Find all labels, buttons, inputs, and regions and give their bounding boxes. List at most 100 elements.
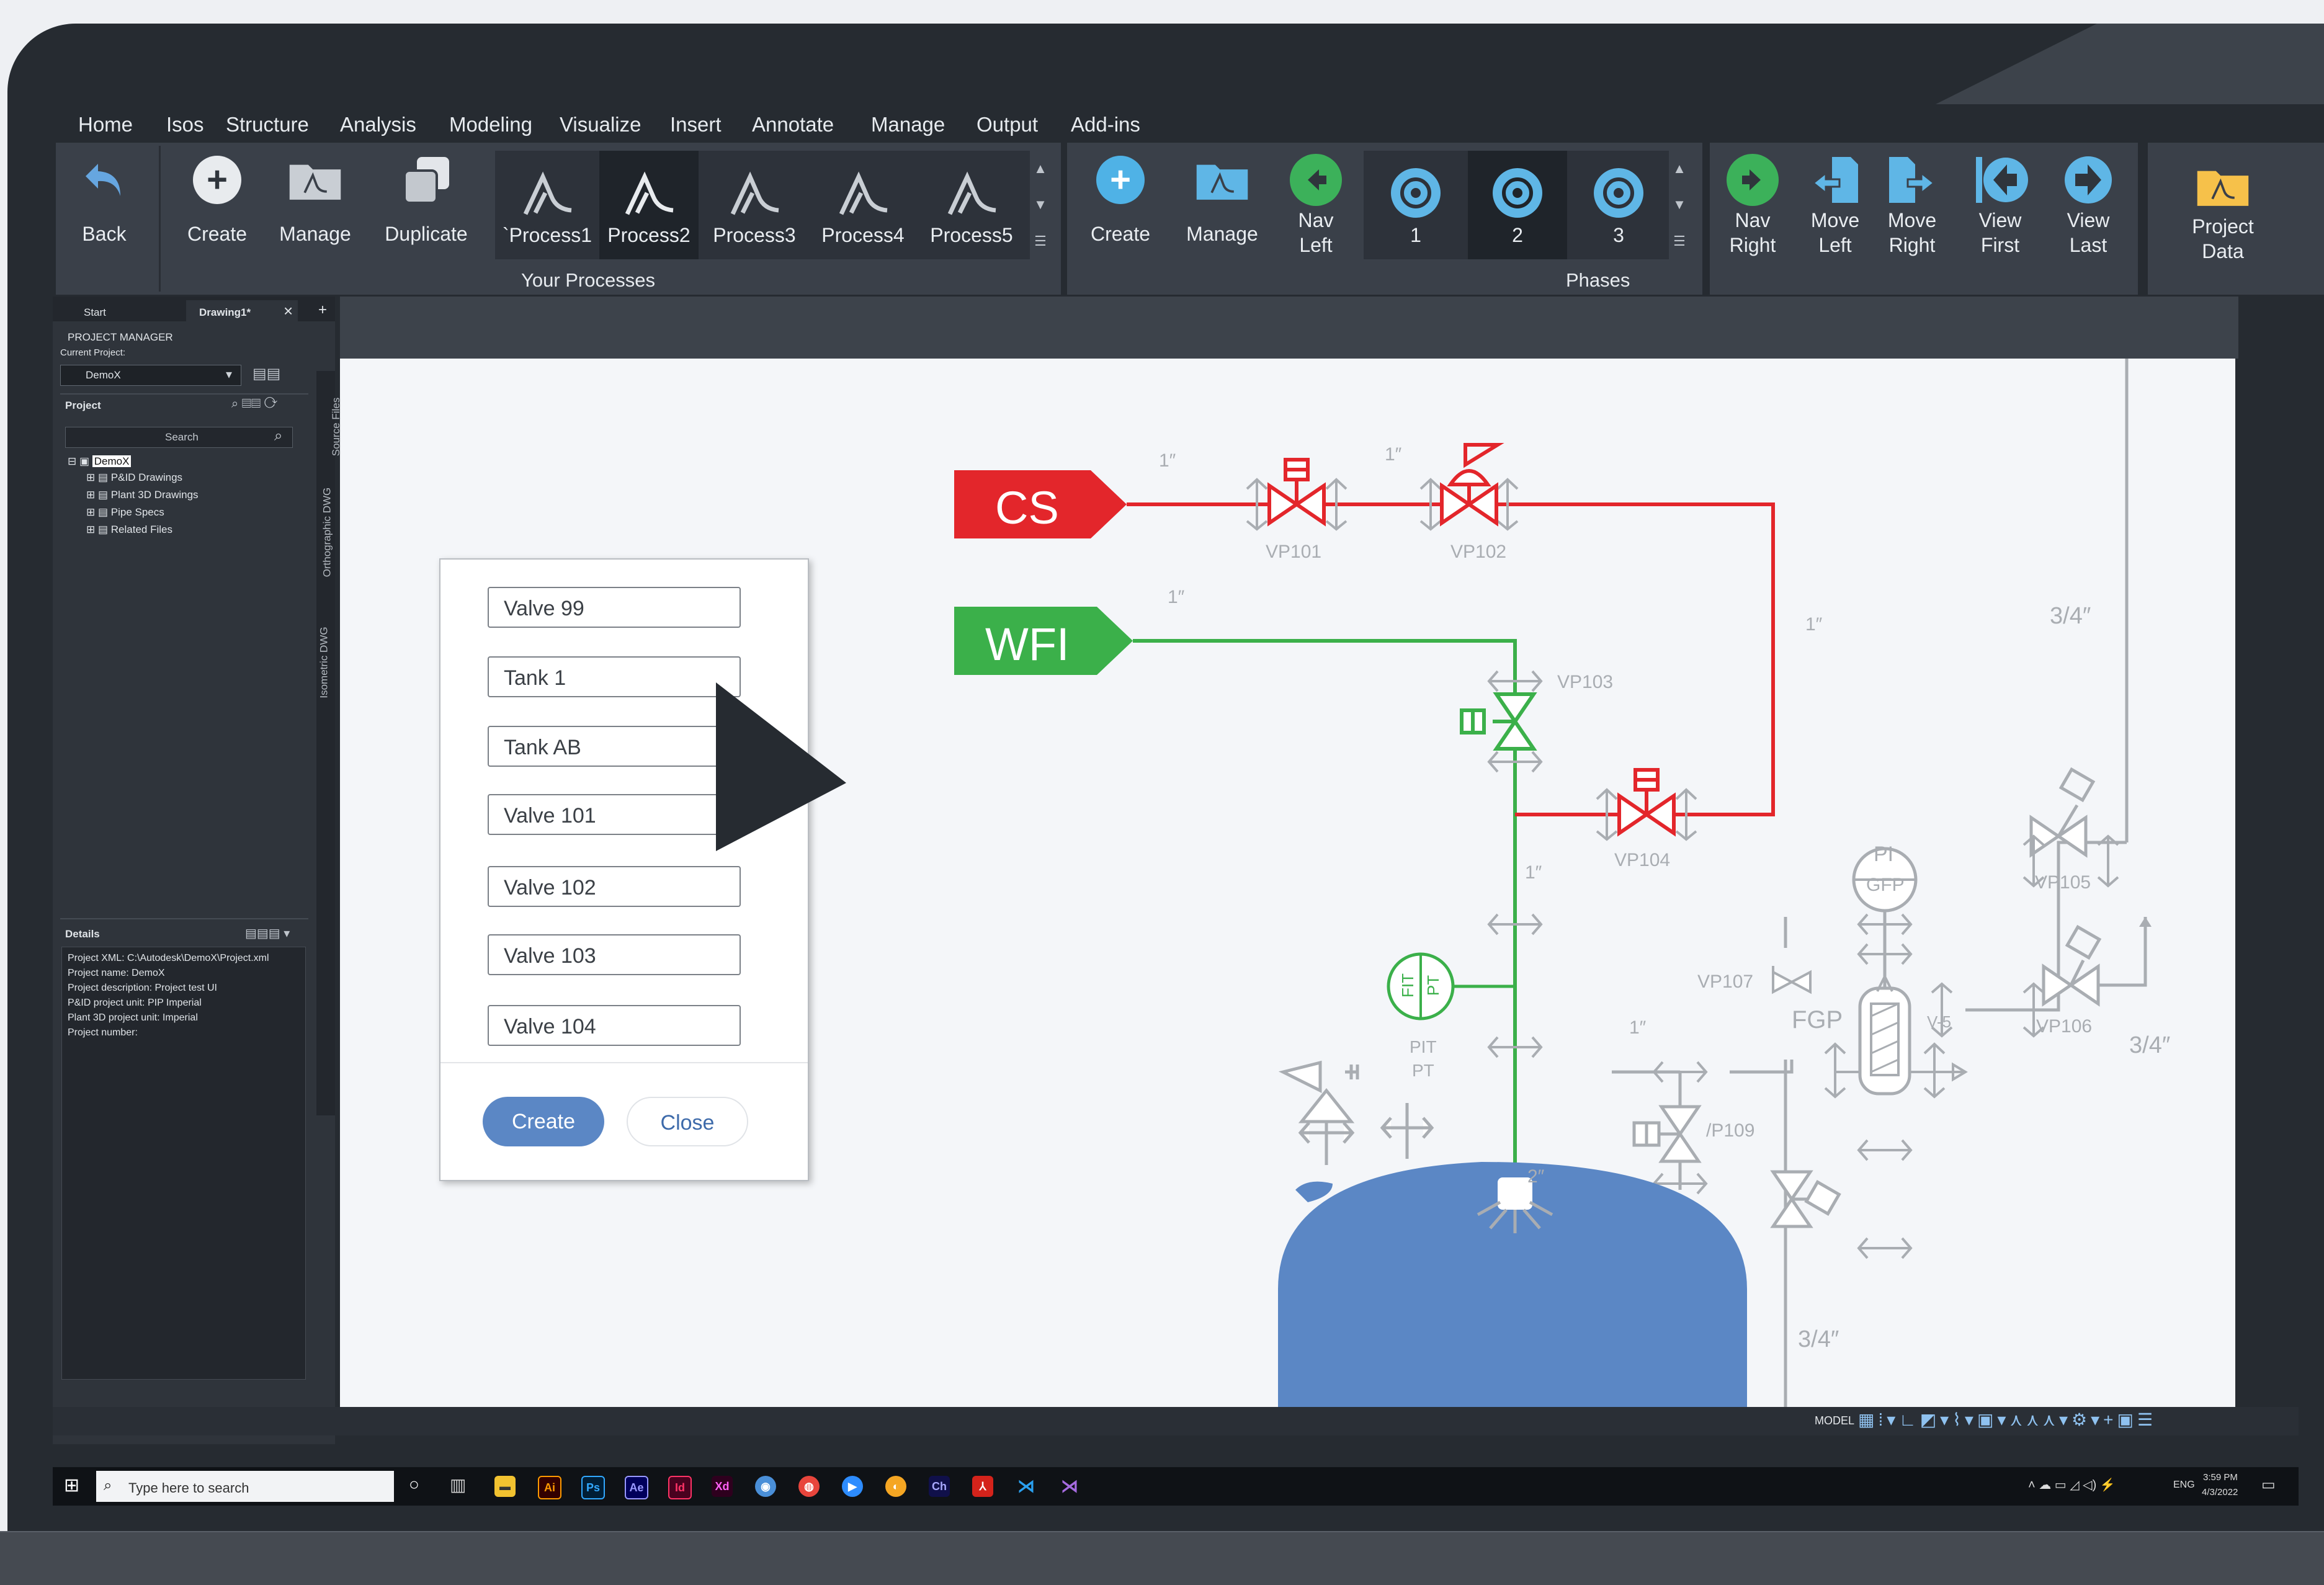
file-explorer-icon[interactable]: ▬: [494, 1476, 516, 1497]
menu-annotate[interactable]: Annotate: [752, 113, 834, 136]
menu-output[interactable]: Output: [977, 113, 1038, 136]
acrobat-icon[interactable]: ⅄: [972, 1476, 993, 1497]
size-label: 3/4″: [2050, 603, 2091, 629]
search-toolbar-icon[interactable]: ⌕ ▤▤ ⟳: [231, 397, 277, 411]
duplicate-button[interactable]: Duplicate: [380, 152, 473, 246]
create-button[interactable]: Create: [483, 1097, 604, 1146]
tree-item-pid[interactable]: ⊞ ▤ P&ID Drawings: [86, 471, 182, 484]
size-label: 3/4″: [2129, 1032, 2171, 1058]
nav-right-button[interactable]: Nav Right: [1718, 152, 1787, 257]
illustrator-icon[interactable]: Ai: [538, 1476, 561, 1499]
task-view-icon[interactable]: ▥: [450, 1475, 466, 1495]
blender-icon[interactable]: ◐: [885, 1476, 906, 1497]
system-tray-icons[interactable]: ˄ ☁ ▭ ◿ ◁) ⚡: [2028, 1477, 2116, 1493]
indesign-icon[interactable]: Id: [668, 1476, 692, 1499]
menu-modeling[interactable]: Modeling: [449, 113, 532, 136]
phase-3[interactable]: 3: [1567, 151, 1670, 259]
side-tab-iso[interactable]: Isometric DWG: [318, 627, 331, 698]
process-5[interactable]: Process5: [916, 151, 1027, 259]
size-label: 2″: [1527, 1166, 1545, 1187]
phase-2[interactable]: 2: [1468, 151, 1567, 259]
chrome-icon[interactable]: ◍: [798, 1476, 820, 1497]
app-icon[interactable]: ◉: [755, 1476, 776, 1497]
side-tab-ortho[interactable]: Orthographic DWG: [321, 488, 333, 578]
list-item[interactable]: Valve 104: [488, 1005, 741, 1046]
details-toolbar-icon[interactable]: ▤▤▤ ▾: [245, 926, 290, 941]
cortana-icon[interactable]: ○: [409, 1475, 419, 1494]
vp107-valve-icon: [1772, 966, 1812, 994]
view-last-button[interactable]: View Last: [2051, 152, 2125, 257]
tree-label: DemoX: [92, 455, 132, 467]
project-data-button[interactable]: Project Data: [2183, 158, 2263, 264]
language-label[interactable]: ENG: [2173, 1480, 2195, 1491]
photoshop-icon[interactable]: Ps: [581, 1476, 605, 1499]
list-item[interactable]: Tank 1: [488, 656, 741, 697]
view-first-button[interactable]: View First: [1963, 152, 2037, 257]
current-project-select[interactable]: DemoX ▾: [60, 365, 241, 386]
ribbon-gap: [2138, 143, 2148, 295]
menu-add-ins[interactable]: Add-ins: [1071, 113, 1140, 136]
nav-left-button[interactable]: Nav Left: [1282, 152, 1350, 257]
process-4[interactable]: Process4: [810, 151, 916, 259]
clock-date[interactable]: 4/3/2022: [2202, 1487, 2238, 1498]
taskbar-search-input[interactable]: ⌕ Type here to search: [96, 1471, 394, 1502]
model-label[interactable]: MODEL: [1815, 1414, 1854, 1427]
nav-left-label-1: Nav: [1298, 209, 1334, 231]
list-item[interactable]: Tank AB: [488, 726, 741, 767]
move-left-button[interactable]: Move Left: [1798, 152, 1872, 257]
create-phase-button[interactable]: + Create: [1083, 152, 1158, 246]
visual-studio-icon[interactable]: ⋊: [1059, 1476, 1080, 1497]
down-arrow-icon: ▼: [1673, 197, 1686, 213]
new-tab-icon[interactable]: +: [318, 301, 327, 319]
vscode-icon[interactable]: ⋊: [1016, 1476, 1037, 1497]
manage-phase-button[interactable]: Manage: [1179, 152, 1266, 246]
tree-item-pipe-specs[interactable]: ⊞ ▤ Pipe Specs: [86, 506, 164, 519]
menu-home[interactable]: Home: [78, 113, 133, 136]
xd-icon[interactable]: Xd: [712, 1476, 733, 1497]
tree-item-demox[interactable]: ⊟ ▣ DemoX: [68, 455, 132, 468]
status-toolbar-icons[interactable]: ▦⁞▾∟◩▾⌇▾▣▾⋏⋏⋏▾⚙▾+▣☰: [1858, 1409, 2156, 1430]
menu-insert[interactable]: Insert: [670, 113, 722, 136]
after-effects-icon[interactable]: Ae: [625, 1476, 648, 1499]
project-search-input[interactable]: Search ⌕: [65, 427, 293, 448]
process-gallery-scroll[interactable]: ▲ ▼ ☰: [1030, 151, 1051, 259]
more-icon: ☰: [1034, 233, 1047, 249]
process-3[interactable]: Process3: [699, 151, 810, 259]
phase-1[interactable]: 1: [1364, 151, 1468, 259]
process-2[interactable]: Process2: [599, 151, 699, 259]
character-animator-icon[interactable]: Ch: [929, 1476, 950, 1497]
move-right-button[interactable]: Move Right: [1875, 152, 1949, 257]
details-box: [61, 947, 306, 1380]
zoom-icon[interactable]: ▶: [842, 1476, 863, 1497]
process-1[interactable]: `Process1: [495, 151, 599, 259]
move-right-label-2: Right: [1888, 234, 1936, 256]
menu-analysis[interactable]: Analysis: [340, 113, 416, 136]
menu-isos[interactable]: Isos: [166, 113, 204, 136]
size-label: 1″: [1168, 587, 1185, 607]
create-button[interactable]: + Create: [180, 152, 254, 246]
windows-start-icon[interactable]: ⊞: [64, 1475, 79, 1496]
clock-time[interactable]: 3:59 PM: [2203, 1472, 2238, 1483]
print-icon[interactable]: ▤▤: [253, 365, 280, 383]
notification-icon[interactable]: ▭: [2261, 1476, 2276, 1494]
list-item[interactable]: Valve 103: [488, 934, 741, 975]
wfi-tag-label: WFI: [985, 618, 1070, 670]
nav-right-label-1: Nav: [1735, 209, 1771, 231]
tree-item-plant3d[interactable]: ⊞ ▤ Plant 3D Drawings: [86, 489, 199, 501]
back-button[interactable]: Back: [67, 152, 141, 246]
list-item[interactable]: Valve 101: [488, 794, 741, 835]
pt-label: PT: [1424, 975, 1443, 996]
phase-gallery-scroll[interactable]: ▲ ▼ ☰: [1669, 151, 1690, 259]
close-tab-icon[interactable]: ×: [284, 301, 293, 321]
list-item[interactable]: Valve 99: [488, 587, 741, 628]
menu-structure[interactable]: Structure: [226, 113, 309, 136]
list-item[interactable]: Valve 102: [488, 866, 741, 907]
tree-item-related[interactable]: ⊞ ▤ Related Files: [86, 524, 172, 536]
close-button[interactable]: Close: [627, 1097, 748, 1146]
menu-manage[interactable]: Manage: [871, 113, 945, 136]
tab-start[interactable]: Start: [84, 306, 106, 319]
project-section-label: Project: [65, 400, 101, 411]
manage-button[interactable]: Manage: [277, 152, 354, 246]
view-first-icon: [1972, 152, 2028, 208]
menu-visualize[interactable]: Visualize: [560, 113, 641, 136]
